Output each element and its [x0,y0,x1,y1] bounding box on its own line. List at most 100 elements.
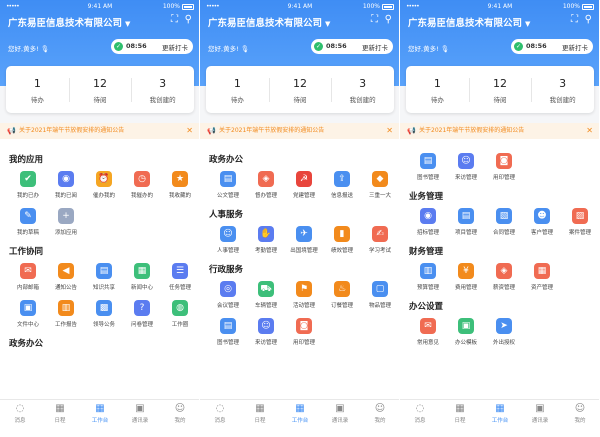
app-label: 案件管理 [568,230,591,236]
app-item[interactable]: ◎ 会议管理 [209,281,247,318]
close-icon[interactable]: ✕ [386,123,393,139]
app-item[interactable]: ▤ 图书管理 [409,153,447,190]
microphone-icon[interactable]: 🎙 [441,45,449,53]
scan-icon[interactable]: ⛶ [171,14,178,25]
app-item[interactable]: ☺ 人事管理 [209,226,247,263]
app-item[interactable]: ✉ 内部邮箱 [9,263,47,300]
app-item[interactable]: ▦ 新闻中心 [123,263,161,300]
app-item[interactable]: ◈ 督办管理 [247,171,285,208]
app-item[interactable]: ✉ 常用意见 [409,318,447,355]
app-item[interactable]: ◈ 薪资管理 [485,263,523,300]
app-item[interactable]: ◀ 通知公告 [47,263,85,300]
stat-0[interactable]: 1 待办 [406,66,469,113]
stat-0[interactable]: 1 待办 [6,66,69,113]
app-item[interactable]: ◙ 用印管理 [485,153,523,190]
app-item[interactable]: ▩ 领导公务 [85,300,123,337]
tab-0[interactable]: ◌ 消息 [200,400,240,437]
app-item[interactable]: ◙ 用印管理 [285,318,323,355]
tab-0[interactable]: ◌ 消息 [0,400,40,437]
company-selector[interactable]: 广东易臣信息技术有限公司 ▼ [208,15,330,29]
app-item[interactable]: ◷ 我催办的 [123,171,161,208]
tab-2[interactable]: ▦ 工作台 [280,400,320,437]
stat-1[interactable]: 12 待阅 [68,66,132,113]
app-item[interactable]: ☺ 来访管理 [447,153,485,190]
tab-4[interactable]: ☺ 我的 [560,400,599,437]
tab-1[interactable]: ▦ 日程 [240,400,280,437]
app-item[interactable]: ▣ 办公模板 [447,318,485,355]
app-item[interactable]: ✍ 学习考试 [361,226,399,263]
search-icon[interactable]: ⚲ [185,14,192,25]
app-item[interactable]: ⛟ 车辆管理 [247,281,285,318]
app-item[interactable]: ⏰ 催办我的 [85,171,123,208]
app-item[interactable]: ▤ 公文管理 [209,171,247,208]
tab-1[interactable]: ▦ 日程 [40,400,80,437]
app-item[interactable]: ? 问卷管理 [123,300,161,337]
company-selector[interactable]: 广东易臣信息技术有限公司 ▼ [8,15,130,29]
app-item[interactable]: ⚑ 活动管理 [285,281,323,318]
notice-bar[interactable]: 📢 关于2021年端午节放假安排的通知公告 ✕ [0,123,199,139]
app-item[interactable]: ▤ 知识共享 [85,263,123,300]
app-item[interactable]: ✔ 我的已办 [9,171,47,208]
tab-3[interactable]: ▣ 通讯录 [120,400,160,437]
app-item[interactable]: ✋ 考勤管理 [247,226,285,263]
scan-icon[interactable]: ⛶ [571,14,578,25]
close-icon[interactable]: ✕ [586,123,593,139]
app-item[interactable]: ⇪ 信息报送 [323,171,361,208]
app-item[interactable]: ▤ 图书管理 [209,318,247,355]
update-clock-in-button[interactable]: 更新打卡 [562,42,588,52]
app-item[interactable]: ☺ 来访管理 [247,318,285,355]
app-label: 来访管理 [454,175,477,181]
tab-4[interactable]: ☺ 我的 [360,400,399,437]
app-item[interactable]: ◉ 我的已阅 [47,171,85,208]
app-item[interactable]: ▧ 合同管理 [485,208,523,245]
tab-1[interactable]: ▦ 日程 [440,400,480,437]
app-item[interactable]: ✎ 我的草稿 [9,208,47,245]
close-icon[interactable]: ✕ [186,123,193,139]
search-icon[interactable]: ⚲ [385,14,392,25]
app-item[interactable]: ♨ 订餐管理 [323,281,361,318]
notice-bar[interactable]: 📢 关于2021年端午节放假安排的通知公告 ✕ [200,123,399,139]
tab-3[interactable]: ▣ 通讯录 [520,400,560,437]
app-item[interactable]: ▨ 案件管理 [561,208,599,245]
scan-icon[interactable]: ⛶ [371,14,378,25]
app-item[interactable]: ▦ 资产管理 [523,263,561,300]
tab-3[interactable]: ▣ 通讯录 [320,400,360,437]
stat-2[interactable]: 3 我创建的 [131,66,194,113]
app-item[interactable]: ☰ 任务管理 [161,263,199,300]
update-clock-in-button[interactable]: 更新打卡 [362,42,388,52]
microphone-icon[interactable]: 🎙 [241,45,249,53]
app-item[interactable]: ☭ 党建管理 [285,171,323,208]
stat-2[interactable]: 3 我创建的 [531,66,594,113]
app-item[interactable]: ✈ 出国境管理 [285,226,323,263]
app-label: 费用管理 [454,285,477,291]
tab-2[interactable]: ▦ 工作台 [80,400,120,437]
app-item[interactable]: ▥ 预算管理 [409,263,447,300]
stat-2[interactable]: 3 我创建的 [331,66,394,113]
app-item[interactable]: ¥ 费用管理 [447,263,485,300]
tab-2[interactable]: ▦ 工作台 [480,400,520,437]
notice-bar[interactable]: 📢 关于2021年端午节放假安排的通知公告 ✕ [400,123,599,139]
stat-1[interactable]: 12 待阅 [268,66,332,113]
app-item[interactable]: ➤ 外出授权 [485,318,523,355]
search-icon[interactable]: ⚲ [585,14,592,25]
screens-row: ••••• 9:41 AM 100% 广东易臣信息技术有限公司 ▼ ⛶ ⚲ 您好,… [0,0,600,437]
company-selector[interactable]: 广东易臣信息技术有限公司 ▼ [408,15,530,29]
calendar-icon: ▦ [455,403,465,414]
tab-4[interactable]: ☺ 我的 [160,400,199,437]
app-item[interactable]: ▤ 项目管理 [447,208,485,245]
app-item[interactable]: ◍ 工作圈 [161,300,199,337]
app-item[interactable]: ◆ 三重一大 [361,171,399,208]
app-item[interactable]: ☻ 客户管理 [523,208,561,245]
update-clock-in-button[interactable]: 更新打卡 [162,42,188,52]
app-item[interactable]: ▮ 绩效管理 [323,226,361,263]
app-item[interactable]: ▥ 工作报告 [47,300,85,337]
tab-0[interactable]: ◌ 消息 [400,400,440,437]
stat-0[interactable]: 1 待办 [206,66,269,113]
app-item[interactable]: + 添加应用 [47,208,85,245]
stat-1[interactable]: 12 待阅 [468,66,532,113]
app-item[interactable]: ◉ 招标管理 [409,208,447,245]
app-item[interactable]: ▢ 物品管理 [361,281,399,318]
app-item[interactable]: ▣ 文件中心 [9,300,47,337]
app-item[interactable]: ★ 我收藏的 [161,171,199,208]
microphone-icon[interactable]: 🎙 [41,45,49,53]
